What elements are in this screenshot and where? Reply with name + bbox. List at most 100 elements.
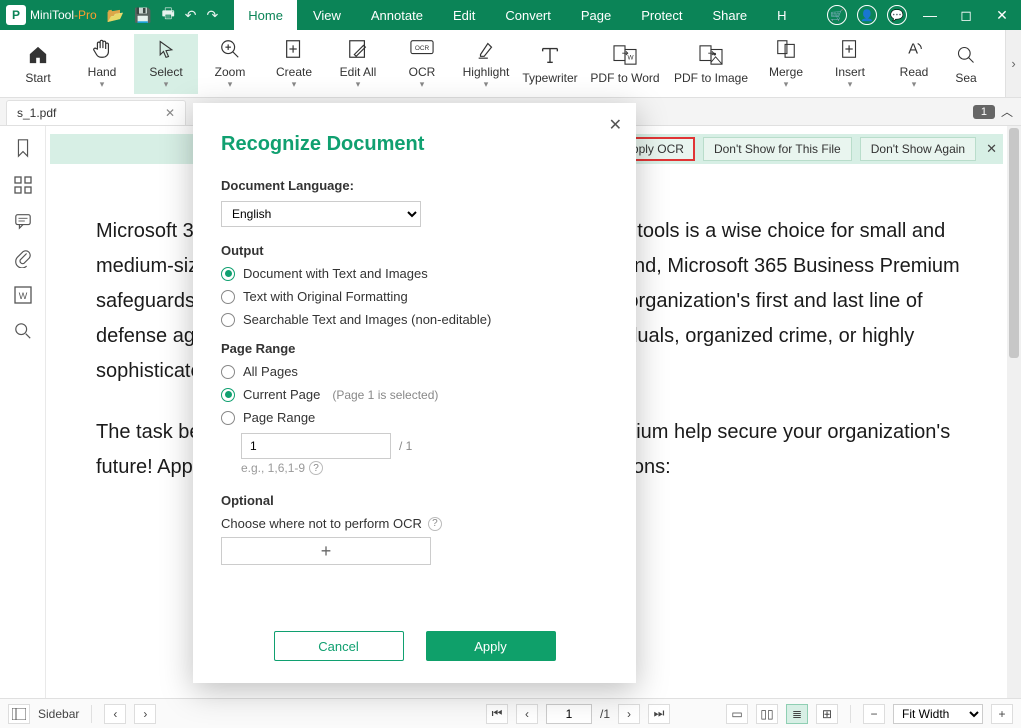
ribbon-label: Start [25,71,50,85]
menu-share[interactable]: Share [698,0,761,30]
help-icon[interactable]: ? [309,461,323,475]
close-bar-icon[interactable]: ✕ [986,141,997,157]
sidebar-toggle-icon[interactable] [8,704,30,724]
page-down-icon[interactable]: › [618,704,640,724]
output-option-0[interactable]: Document with Text and Images [221,266,608,281]
titlebar: P MiniTool-Pro 📂 💾 🖶 ↶ ↷ Home View Annot… [0,0,1021,30]
view-continuous-facing-icon[interactable]: ⊞ [816,704,838,724]
radio-label: Page Range [243,410,315,425]
ribbon-create[interactable]: Create ▾ [262,34,326,94]
bookmark-icon[interactable] [14,138,32,158]
redo-icon[interactable]: ↷ [207,7,219,24]
cart-icon[interactable]: 🛒 [827,5,847,25]
ribbon-typewriter[interactable]: Typewriter [518,34,582,94]
ribbon-pdftoword[interactable]: W PDF to Word [582,34,668,94]
scrollbar-thumb[interactable] [1009,128,1019,358]
ribbon-pdftoimage[interactable]: PDF to Image [668,34,754,94]
apply-button[interactable]: Apply [426,631,556,661]
maximize-icon[interactable]: ◻ [953,7,979,24]
ribbon-editall[interactable]: Edit All ▾ [326,34,390,94]
page-range-input[interactable] [241,433,391,459]
radio-label: Text with Original Formatting [243,289,408,304]
close-tab-icon[interactable]: ✕ [165,106,175,120]
ribbon-read[interactable]: A Read ▾ [882,34,946,94]
ocr-icon: OCR [410,37,434,61]
page-up-icon[interactable]: ‹ [516,704,538,724]
range-option-custom[interactable]: Page Range [221,410,608,425]
ribbon-merge[interactable]: Merge ▾ [754,34,818,94]
ribbon-scroll-right[interactable]: › [1005,30,1021,97]
ribbon-label: Sea [955,71,976,85]
save-icon[interactable]: 💾 [134,7,151,24]
attachment-icon[interactable] [14,248,32,268]
highlight-icon [475,37,497,61]
ribbon-start[interactable]: Start [6,34,70,94]
undo-icon[interactable]: ↶ [185,7,197,24]
view-facing-icon[interactable]: ▯▯ [756,704,778,724]
read-icon: A [903,37,925,61]
radio-icon [221,267,235,281]
svg-text:OCR: OCR [415,45,430,52]
first-page-icon[interactable]: ⏮ [486,704,508,724]
cursor-icon [156,37,176,61]
last-page-icon[interactable]: ⏭ [648,704,670,724]
menu-view[interactable]: View [299,0,355,30]
next-page-icon[interactable]: › [134,704,156,724]
chevron-down-icon: ▾ [292,79,297,90]
user-icon[interactable]: 👤 [857,5,877,25]
radio-label: Searchable Text and Images (non-editable… [243,312,491,327]
zoom-icon [219,37,241,61]
ribbon-hand[interactable]: Hand ▾ [70,34,134,94]
language-select[interactable]: English [221,201,421,227]
view-single-icon[interactable]: ▭ [726,704,748,724]
toword-icon: W [612,43,638,67]
range-label: Page Range [221,341,608,356]
chevron-up-icon[interactable]: ︿ [1001,103,1013,120]
optional-label: Optional [221,493,608,508]
ribbon-highlight[interactable]: Highlight ▾ [454,34,518,94]
menu-annotate[interactable]: Annotate [357,0,437,30]
word-export-icon[interactable]: W [14,286,32,304]
thumbnails-icon[interactable] [14,176,32,194]
print-icon[interactable]: 🖶 [162,3,175,27]
comments-icon[interactable] [14,212,32,230]
range-option-current[interactable]: Current Page (Page 1 is selected) [221,387,608,402]
chevron-down-icon: ▾ [164,79,169,90]
search-panel-icon[interactable] [14,322,32,340]
output-option-2[interactable]: Searchable Text and Images (non-editable… [221,312,608,327]
ribbon-insert[interactable]: Insert ▾ [818,34,882,94]
view-continuous-icon[interactable]: ≣ [786,704,808,724]
ribbon-zoom[interactable]: Zoom ▾ [198,34,262,94]
menu-home[interactable]: Home [234,0,297,30]
page-number-input[interactable] [546,704,592,724]
svg-text:A: A [908,42,918,58]
ribbon-search[interactable]: Sea [946,34,986,94]
feedback-icon[interactable]: 💬 [887,5,907,25]
chevron-down-icon: ▾ [484,79,489,90]
minimize-icon[interactable]: — [917,7,943,23]
zoom-out-icon[interactable]: − [863,704,885,724]
menu-protect[interactable]: Protect [627,0,696,30]
dont-show-again-button[interactable]: Don't Show Again [860,137,976,161]
cancel-button[interactable]: Cancel [274,631,404,661]
menu-page[interactable]: Page [567,0,625,30]
prev-page-icon[interactable]: ‹ [104,704,126,724]
range-option-all[interactable]: All Pages [221,364,608,379]
add-exclusion-button[interactable]: + [221,537,431,565]
vertical-scrollbar[interactable] [1007,126,1021,698]
menu-convert[interactable]: Convert [491,0,565,30]
menu-help[interactable]: H [763,0,800,30]
close-window-icon[interactable]: ✕ [989,7,1015,24]
dont-show-file-button[interactable]: Don't Show for This File [703,137,852,161]
ribbon-select[interactable]: Select ▾ [134,34,198,94]
output-option-1[interactable]: Text with Original Formatting [221,289,608,304]
close-dialog-icon[interactable]: ✕ [609,115,622,135]
zoom-in-icon[interactable]: + [991,704,1013,724]
ribbon-ocr[interactable]: OCR OCR ▾ [390,34,454,94]
zoom-select[interactable]: Fit Width [893,704,983,724]
document-tab[interactable]: s_1.pdf ✕ [6,100,186,125]
menu-edit[interactable]: Edit [439,0,489,30]
open-icon[interactable]: 📂 [107,7,124,24]
create-icon [283,37,305,61]
help-icon[interactable]: ? [428,517,442,531]
